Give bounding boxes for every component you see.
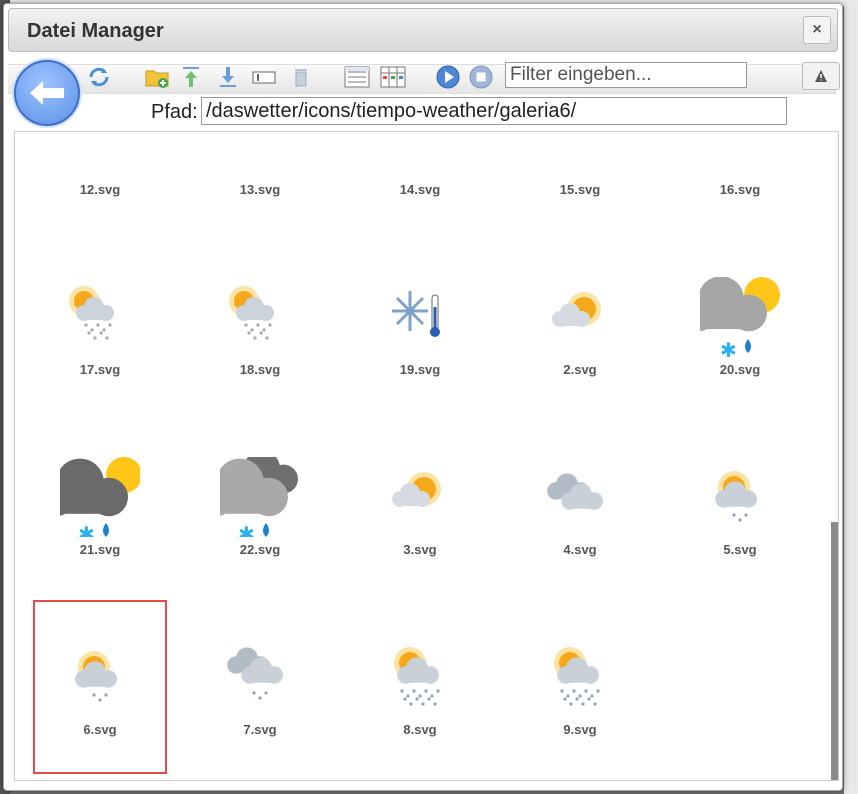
svg-text:✱: ✱ [78, 522, 95, 537]
file-manager-dialog: Datei Manager × Filter eingeben... Pfad:… [3, 3, 843, 791]
sun-cloud-rain-icon [394, 647, 440, 706]
rename-button[interactable] [251, 64, 277, 90]
sun-cloud-rain-icon [554, 647, 600, 706]
file-tile[interactable]: ✱ 21.svg [35, 422, 165, 592]
file-tile[interactable]: 13.svg [195, 131, 325, 232]
sun-cloud-drizzle-icon [75, 651, 117, 702]
file-name: 17.svg [79, 362, 121, 377]
table-view-icon [380, 66, 406, 88]
back-icon [30, 81, 64, 105]
table-view-button[interactable] [379, 64, 407, 90]
scrollbar[interactable] [831, 522, 838, 780]
file-name: 21.svg [79, 542, 121, 557]
file-tile[interactable]: 18.svg [195, 242, 325, 412]
delete-button[interactable] [288, 64, 314, 90]
list-view-button[interactable] [343, 64, 371, 90]
file-name: 2.svg [563, 362, 597, 377]
file-tile[interactable]: 4.svg [515, 422, 645, 592]
file-tile[interactable]: 8.svg [355, 602, 485, 772]
close-button[interactable]: × [803, 16, 831, 44]
file-name: 13.svg [239, 182, 281, 197]
file-name: 8.svg [403, 722, 437, 737]
file-tile[interactable]: ✱ 20.svg [675, 242, 805, 412]
file-tile[interactable]: 16.svg [675, 131, 805, 232]
flat-sun-darkcloud-sleet-icon: ✱ [60, 457, 140, 537]
background-right [844, 0, 858, 794]
list-view-icon [344, 66, 370, 88]
upload-icon [183, 67, 199, 87]
file-name: 22.svg [239, 542, 281, 557]
stop-button[interactable] [468, 64, 494, 90]
clouds-drizzle-icon [227, 647, 283, 700]
svg-text:✱: ✱ [720, 338, 737, 357]
sun-cloud-icon [392, 472, 441, 507]
play-button[interactable] [435, 64, 461, 90]
file-name: 3.svg [403, 542, 437, 557]
file-tile[interactable]: 17.svg [35, 242, 165, 412]
file-name: 20.svg [719, 362, 761, 377]
file-name: 12.svg [79, 182, 121, 197]
thunderstorm-icon [60, 131, 140, 177]
hail-cloud-icon [540, 131, 620, 177]
flat-clouds-sleet-icon: ✱ [220, 457, 298, 537]
thunderstorm-icon [220, 131, 300, 177]
file-tile[interactable]: 6.svg [33, 600, 167, 774]
new-folder-button[interactable] [144, 64, 170, 90]
file-name: 18.svg [239, 362, 281, 377]
file-tile[interactable]: ✱ 22.svg [195, 422, 325, 592]
sun-cloud-snow-icon [69, 286, 114, 340]
file-name: 5.svg [723, 542, 757, 557]
play-icon [436, 65, 460, 89]
download-icon [220, 67, 236, 87]
clouds-icon [547, 473, 603, 510]
new-folder-icon [145, 70, 169, 88]
file-tile[interactable]: 7.svg [195, 602, 325, 772]
refresh-icon [89, 67, 109, 87]
file-name: 16.svg [719, 182, 761, 197]
flat-sun-cloud-sleet-icon: ✱ [700, 277, 780, 357]
file-tile[interactable]: 14.svg [355, 131, 485, 232]
path-label: Pfad: [151, 101, 198, 123]
file-name: 15.svg [559, 182, 601, 197]
file-name: 4.svg [563, 542, 597, 557]
file-tile[interactable]: 15.svg [515, 131, 645, 232]
title-bar[interactable]: Datei Manager × [8, 8, 838, 52]
warning-icon [815, 70, 827, 82]
rename-icon [252, 71, 276, 84]
sun-cloud-icon [552, 292, 601, 327]
back-button[interactable] [14, 60, 80, 126]
file-grid: 12.svg 13.svg 14.svg 15.svg 16.svg 17.svg 18.s… [14, 131, 839, 781]
sun-cloud-drizzle-icon [715, 471, 757, 522]
file-tile[interactable]: 3.svg [355, 422, 485, 592]
file-tile[interactable]: 12.svg [35, 131, 165, 232]
hail-cloud-icon [700, 131, 780, 177]
upload-button[interactable] [178, 64, 204, 90]
path-input[interactable] [201, 97, 787, 125]
hail-cloud-icon [380, 131, 460, 177]
snowflake-thermometer-icon [392, 291, 440, 337]
window-title: Datei Manager [27, 20, 164, 42]
download-button[interactable] [215, 64, 241, 90]
svg-text:✱: ✱ [238, 522, 255, 537]
file-name: 19.svg [399, 362, 441, 377]
file-name: 14.svg [399, 182, 441, 197]
file-name: 7.svg [243, 722, 277, 737]
file-tile[interactable]: 9.svg [515, 602, 645, 772]
delete-icon [295, 69, 307, 87]
sun-cloud-snow-icon [229, 286, 274, 340]
toolbar [8, 58, 840, 126]
stop-icon [469, 65, 493, 89]
filter-input[interactable] [505, 62, 747, 88]
file-tile[interactable]: 19.svg [355, 242, 485, 412]
refresh-button[interactable] [86, 64, 112, 90]
file-name: 6.svg [83, 722, 117, 737]
warning-button[interactable] [802, 62, 840, 90]
file-tile[interactable]: 2.svg [515, 242, 645, 412]
file-tile[interactable]: 5.svg [675, 422, 805, 592]
file-name: 9.svg [563, 722, 597, 737]
